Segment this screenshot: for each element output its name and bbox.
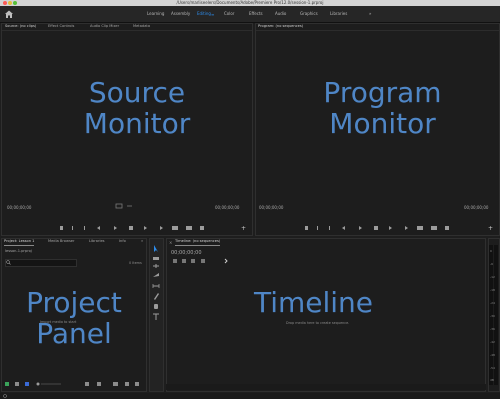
project-search-input[interactable]	[5, 259, 77, 267]
tab-timeline[interactable]: Timeline: (no sequences)	[175, 238, 221, 246]
timeline-scrollbar[interactable]	[166, 384, 486, 390]
program-monitor-label-line1: Program	[323, 76, 442, 109]
source-monitor-label-line1: Source	[88, 76, 186, 109]
project-file-name: lesson-1.prproj	[5, 249, 32, 253]
meter-label: -18	[490, 288, 495, 292]
timeline-close-icon[interactable]: ×	[169, 240, 172, 245]
workspace-graphics[interactable]: Graphics	[300, 6, 318, 22]
source-timecode-duration: 00;00;00;00	[215, 205, 240, 210]
search-icon	[6, 260, 11, 265]
workspace-overflow-button[interactable]: »	[369, 6, 371, 22]
meter-label: -42	[490, 340, 495, 344]
ripple-edit-tool-icon	[153, 264, 159, 268]
program-timecode-current[interactable]: 00;00;00;00	[259, 205, 283, 210]
tool-icons[interactable]	[151, 244, 161, 322]
meter-label: 0	[490, 249, 492, 253]
program-transport-controls[interactable]	[305, 225, 485, 231]
tab-media-browser[interactable]: Media Browser	[48, 238, 75, 245]
workspace-menu-icon[interactable]: ≡	[211, 12, 214, 17]
timeline-label: Timeline	[253, 286, 374, 319]
project-item-count: 0 Items	[129, 261, 142, 265]
project-panel-label-line1: Project	[26, 286, 122, 319]
wrench-icon	[224, 258, 228, 264]
tab-audio-clip-mixer[interactable]: Audio Clip Mixer	[90, 23, 119, 30]
tab-libraries[interactable]: Libraries	[89, 238, 105, 245]
selection-tool-icon	[154, 245, 158, 252]
hand-tool-icon	[154, 304, 158, 309]
workspace-assembly[interactable]: Assembly	[171, 6, 190, 22]
meter-label: -24	[490, 301, 495, 305]
meter-label: -12	[490, 275, 495, 279]
meter-label: -48	[490, 353, 495, 357]
tab-divider	[2, 30, 252, 31]
meter-label: -6	[490, 262, 493, 266]
tab-divider	[256, 30, 499, 31]
timeline-timecode[interactable]: 00;00;00;00	[171, 250, 202, 256]
timeline-empty-message: Drop media here to create sequence.	[286, 321, 350, 325]
source-settings-icon[interactable]	[115, 203, 135, 209]
home-icon[interactable]	[4, 9, 14, 19]
meter-label: dB	[490, 378, 494, 382]
meter-label: -54	[490, 366, 495, 370]
workspace-editing[interactable]: Editing	[197, 6, 211, 22]
workspace-color[interactable]: Color	[224, 6, 234, 22]
program-add-button-icon[interactable]: +	[488, 225, 493, 232]
track-select-tool-icon	[153, 257, 159, 260]
project-empty-message: Import media to start	[40, 320, 77, 324]
source-monitor-label-line2: Monitor	[83, 107, 191, 140]
slip-tool-icon	[152, 284, 160, 288]
workspace-effects[interactable]: Effects	[249, 6, 263, 22]
timeline-toolbar[interactable]	[173, 258, 233, 264]
source-add-button-icon[interactable]: +	[241, 225, 246, 232]
pen-tool-icon	[154, 293, 159, 300]
project-footer-controls[interactable]	[5, 381, 145, 387]
workspace-learning[interactable]: Learning	[147, 6, 164, 22]
workspace-libraries[interactable]: Libraries	[330, 6, 347, 22]
razor-tool-icon	[153, 273, 159, 277]
source-timecode-current[interactable]: 00;00;00;00	[7, 205, 31, 210]
status-icon[interactable]	[3, 394, 9, 398]
tab-effect-controls[interactable]: Effect Controls	[48, 23, 74, 30]
program-monitor-label-line2: Monitor	[329, 107, 436, 140]
meter-label: -30	[490, 314, 495, 318]
source-transport-controls[interactable]	[60, 225, 240, 231]
status-bar	[0, 393, 500, 399]
program-timecode-duration: 00;00;00;00	[464, 205, 489, 210]
tab-metadata[interactable]: Metadata	[133, 23, 150, 30]
tab-info[interactable]: Info	[119, 238, 126, 245]
tab-project[interactable]: Project: Lesson 1	[4, 238, 35, 246]
project-tabs-overflow[interactable]: »	[141, 238, 143, 245]
workspace-audio[interactable]: Audio	[275, 6, 286, 22]
type-tool-icon	[153, 313, 159, 320]
meter-label: -36	[490, 327, 495, 331]
